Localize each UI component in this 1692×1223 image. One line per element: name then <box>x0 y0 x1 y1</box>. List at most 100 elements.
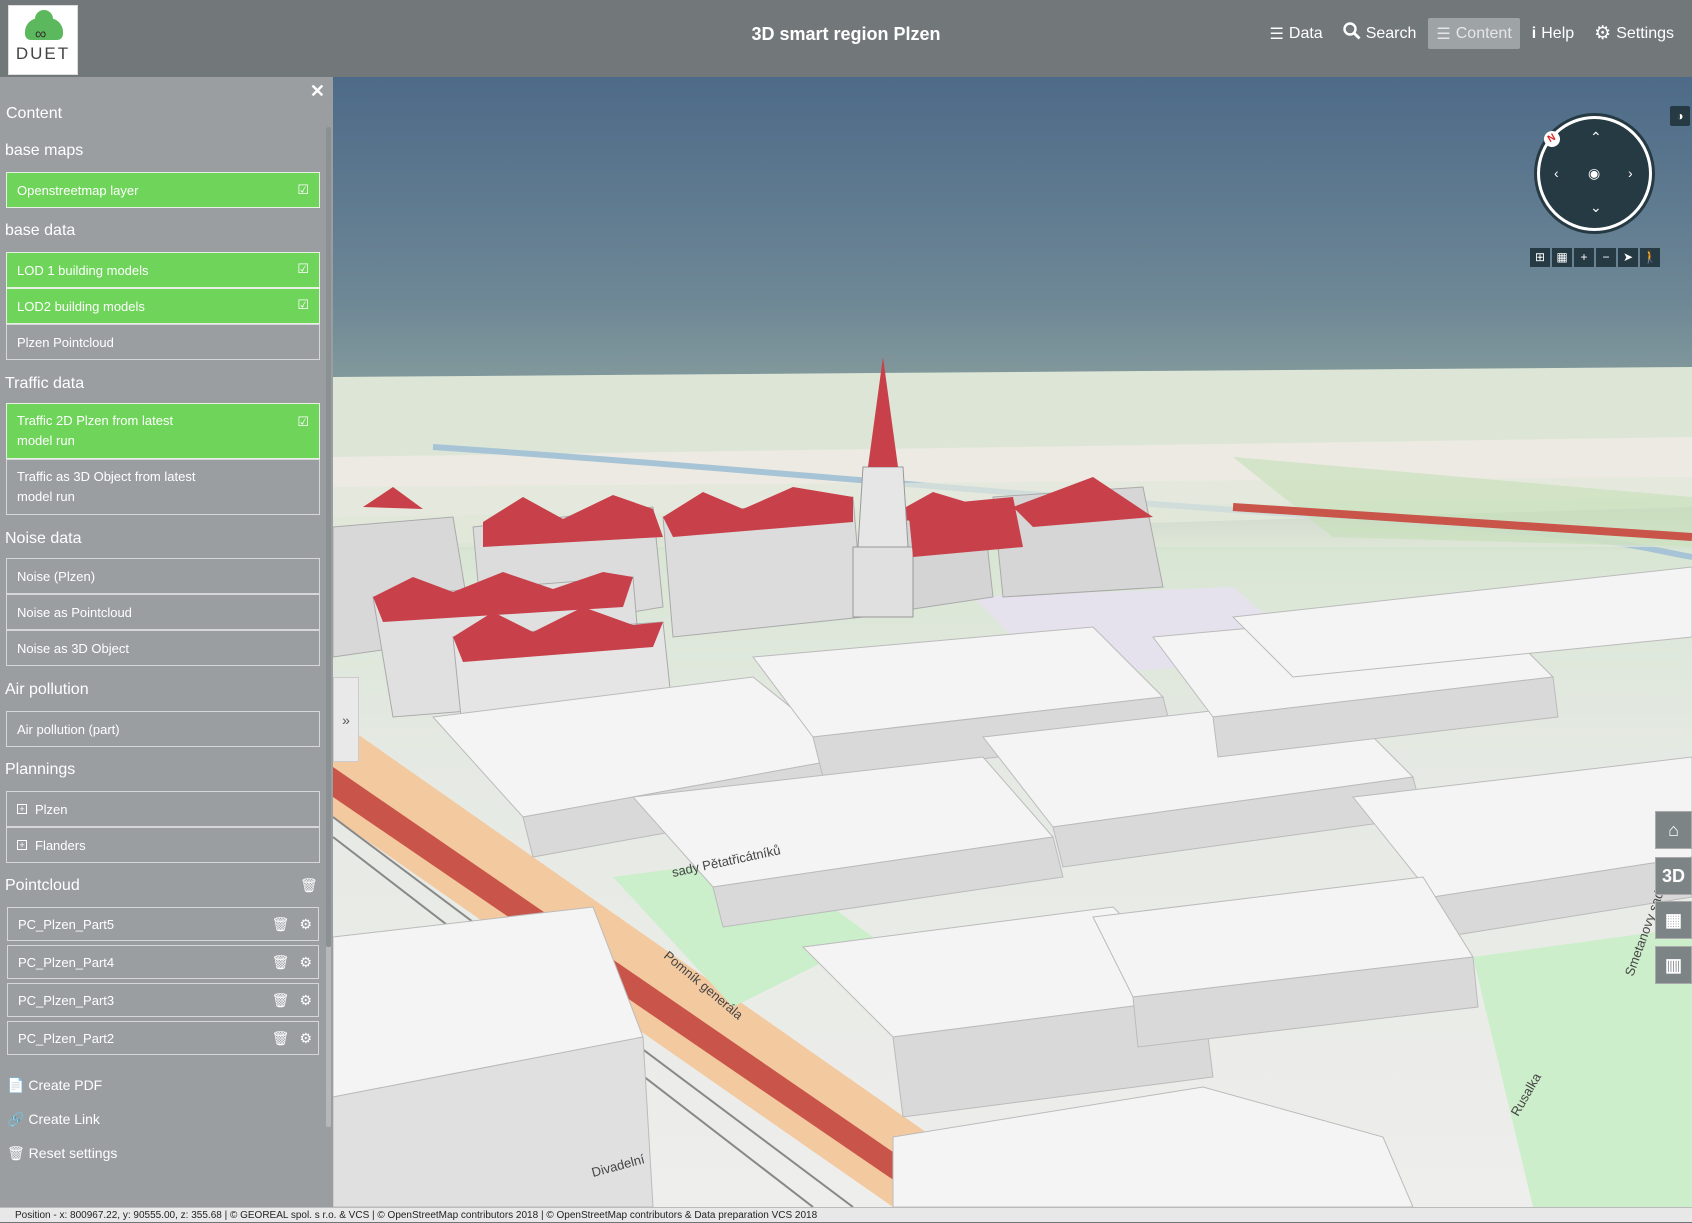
nav-search-label: Search <box>1365 24 1417 42</box>
layer-group-plzen[interactable]: + Plzen <box>6 791 320 827</box>
layer-label: Openstreetmap layer <box>17 182 139 198</box>
pedestrian-icon[interactable]: 🚶 <box>1640 248 1660 267</box>
eye-icon[interactable]: ◉ <box>1588 165 1600 182</box>
tilt-down-icon[interactable]: ⌄ <box>1590 199 1602 216</box>
reset-settings-link[interactable]: 🗑 Reset settings <box>7 1145 117 1162</box>
layer-lod1[interactable]: LOD 1 building models ☑ <box>6 252 320 288</box>
layer-noise-plzen[interactable]: Noise (Plzen) <box>6 558 320 594</box>
trash-icon[interactable]: 🗑 <box>272 916 290 933</box>
zoom-in-icon[interactable]: + <box>1574 248 1594 267</box>
pointcloud-item-part4[interactable]: PC_Plzen_Part4 🗑 ⚙ <box>7 945 319 979</box>
layer-lod2[interactable]: LOD2 building models ☑ <box>6 288 320 324</box>
pdf-icon: 📄 <box>7 1077 25 1093</box>
tilt-up-icon[interactable]: ⌃ <box>1590 129 1602 146</box>
gear-icon[interactable]: ⚙ <box>299 1030 312 1047</box>
main-nav: ☰ Data Search ☰ Content i Help ⚙ Setting… <box>1262 18 1682 49</box>
pointcloud-label: PC_Plzen_Part2 <box>18 1030 115 1046</box>
layer-openstreetmap[interactable]: Openstreetmap layer ☑ <box>6 172 320 208</box>
locate-icon[interactable]: ➤ <box>1618 248 1638 267</box>
create-link-label: Create Link <box>28 1111 100 1127</box>
grid-view-button[interactable]: ▦ <box>1655 901 1692 939</box>
menu-icon: ☰ <box>1436 25 1451 43</box>
expand-icon[interactable]: + <box>17 840 27 850</box>
map-3d-view[interactable]: sady Pětatřicátníků Pomník generála Rusalk… <box>333 77 1692 1207</box>
contrast-icon[interactable]: ◑ <box>1670 106 1690 126</box>
layer-label: Air pollution (part) <box>17 721 120 737</box>
trash-icon[interactable]: 🗑 <box>272 954 290 971</box>
trash-icon[interactable]: 🗑 <box>272 1030 290 1047</box>
create-pdf-link[interactable]: 📄 Create PDF <box>7 1077 102 1094</box>
gear-icon[interactable]: ⚙ <box>299 916 312 933</box>
checkbox-checked-icon[interactable]: ☑ <box>297 297 309 313</box>
layer-group-flanders[interactable]: + Flanders <box>6 827 320 863</box>
layer-label: Noise as Pointcloud <box>17 604 132 620</box>
nav-help-label: Help <box>1541 24 1575 42</box>
gear-icon[interactable]: ⚙ <box>299 992 312 1009</box>
pointcloud-item-part5[interactable]: PC_Plzen_Part5 🗑 ⚙ <box>7 907 319 941</box>
layer-label: Plzen <box>35 801 68 817</box>
layer-label: Flanders <box>35 837 86 853</box>
trash-icon: 🗑 <box>7 1145 25 1161</box>
rotate-left-icon[interactable]: ‹ <box>1554 165 1559 181</box>
nav-content-label: Content <box>1455 24 1512 42</box>
nav-search-button[interactable]: Search <box>1335 18 1425 49</box>
gear-icon: ⚙ <box>1594 23 1612 44</box>
section-base-data: base data <box>5 222 76 239</box>
nav-help-button[interactable]: i Help <box>1524 18 1582 49</box>
map-toolbar: ⊞ ▦ + − ➤ 🚶 <box>1530 248 1660 267</box>
zoom-out-icon[interactable]: − <box>1596 248 1616 267</box>
grid-icon[interactable]: ▦ <box>1552 248 1572 267</box>
pointcloud-item-part2[interactable]: PC_Plzen_Part2 🗑 ⚙ <box>7 1021 319 1055</box>
app-header: ∞ DUET 3D smart region Plzen ☰ Data Sear… <box>0 0 1692 77</box>
checkbox-checked-icon[interactable]: ☑ <box>297 261 309 277</box>
create-link-link[interactable]: 🔗 Create Link <box>7 1111 100 1128</box>
home-button[interactable]: ⌂ <box>1655 811 1692 849</box>
layer-plzen-pointcloud[interactable]: Plzen Pointcloud <box>6 324 320 360</box>
nav-data-label: Data <box>1288 24 1323 42</box>
close-icon[interactable]: ✕ <box>310 81 325 102</box>
2d-map-button[interactable]: ▥ <box>1655 946 1692 984</box>
3d-view-button[interactable]: 3D <box>1655 857 1692 895</box>
layer-label: LOD2 building models <box>17 298 145 314</box>
info-icon: i <box>1531 24 1537 42</box>
layer-label: Traffic as 3D Object from latest model r… <box>17 469 196 504</box>
checkbox-checked-icon[interactable]: ☑ <box>297 182 309 198</box>
view-icon[interactable]: ⊞ <box>1530 248 1550 267</box>
section-plannings: Plannings <box>5 761 76 778</box>
reset-settings-label: Reset settings <box>28 1145 118 1161</box>
layer-air-pollution[interactable]: Air pollution (part) <box>6 711 320 747</box>
sidebar-scrollbar[interactable] <box>326 127 331 1127</box>
layer-traffic-3d[interactable]: Traffic as 3D Object from latest model r… <box>6 459 320 515</box>
3d-label: 3D <box>1661 865 1685 886</box>
expand-panel-button[interactable]: » <box>333 677 359 762</box>
layer-traffic-2d[interactable]: Traffic 2D Plzen from latest model run ☑ <box>6 403 320 459</box>
content-sidebar: ✕ Content base maps Openstreetmap layer … <box>0 77 333 1207</box>
link-icon: 🔗 <box>7 1111 25 1127</box>
section-noise-data: Noise data <box>5 530 82 547</box>
scrollbar-thumb[interactable] <box>326 127 331 947</box>
navigation-compass[interactable]: N ⌃ ⌄ ‹ › ◉ <box>1537 116 1652 231</box>
pointcloud-item-part3[interactable]: PC_Plzen_Part3 🗑 ⚙ <box>7 983 319 1017</box>
pointcloud-label: PC_Plzen_Part3 <box>18 992 115 1008</box>
infinity-icon: ∞ <box>35 26 47 43</box>
pointcloud-label: PC_Plzen_Part4 <box>18 954 115 970</box>
grid-icon: ▦ <box>1664 909 1682 930</box>
gear-icon[interactable]: ⚙ <box>299 954 312 971</box>
status-bar: Position - x: 800967.22, y: 90555.00, z:… <box>0 1207 1692 1222</box>
nav-settings-button[interactable]: ⚙ Settings <box>1586 18 1682 49</box>
list-icon: ☰ <box>1269 25 1284 43</box>
expand-icon[interactable]: + <box>17 804 27 814</box>
checkbox-checked-icon[interactable]: ☑ <box>297 412 309 432</box>
nav-content-button[interactable]: ☰ Content <box>1428 18 1520 49</box>
duet-logo[interactable]: ∞ DUET <box>8 5 78 75</box>
trash-icon[interactable]: 🗑 <box>300 877 318 894</box>
rotate-right-icon[interactable]: › <box>1628 165 1633 181</box>
map-scene: sady PětatřicátníkůPomník generálaRusalk… <box>333 357 1692 1207</box>
layer-noise-3d[interactable]: Noise as 3D Object <box>6 630 320 666</box>
layer-noise-pointcloud[interactable]: Noise as Pointcloud <box>6 594 320 630</box>
nav-data-button[interactable]: ☰ Data <box>1262 18 1331 49</box>
pointcloud-label: PC_Plzen_Part5 <box>18 916 115 932</box>
map-icon: ▥ <box>1664 954 1682 975</box>
nav-settings-label: Settings <box>1616 24 1674 42</box>
trash-icon[interactable]: 🗑 <box>272 992 290 1009</box>
